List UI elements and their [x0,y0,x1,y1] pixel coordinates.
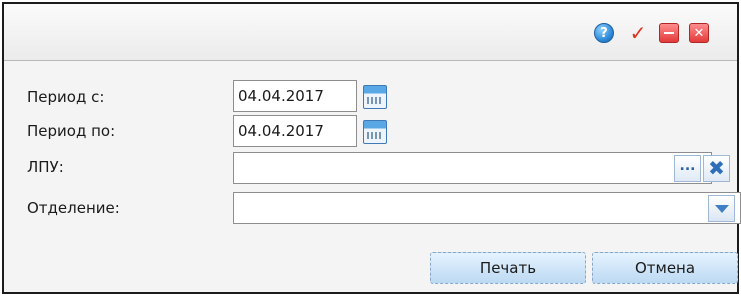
department-dropdown-button[interactable] [708,195,735,222]
department-label: Отделение: [27,199,120,217]
help-glyph: ? [600,25,608,41]
cancel-button[interactable]: Отмена [592,252,738,284]
dialog-titlebar: ? ✓ ✕ [4,4,737,61]
lpu-clear-button[interactable]: ✖ [703,155,730,182]
period-to-calendar-button[interactable] [361,118,388,145]
print-button[interactable]: Печать [430,252,586,284]
ellipsis-icon: ... [674,155,701,182]
period-from-label: Период с: [27,88,105,106]
calendar-icon [362,84,387,109]
period-from-input[interactable] [233,80,357,112]
period-to-label: Период по: [27,122,116,140]
department-select[interactable] [233,192,741,224]
calendar-icon [362,119,387,144]
report-dialog: ? ✓ ✕ Период с: Период по: ЛПУ: ... ✖ От… [2,2,741,294]
period-to-input[interactable] [233,115,357,147]
lpu-label: ЛПУ: [27,158,64,176]
check-icon[interactable]: ✓ [628,21,648,45]
help-icon[interactable]: ? [594,23,614,43]
lpu-input[interactable] [233,152,712,184]
period-from-calendar-button[interactable] [361,83,388,110]
minimize-icon[interactable] [659,23,679,43]
close-icon[interactable]: ✕ [689,23,709,43]
clear-x-icon: ✖ [703,155,730,182]
dropdown-arrow-icon [708,195,735,222]
lpu-browse-button[interactable]: ... [674,155,701,182]
